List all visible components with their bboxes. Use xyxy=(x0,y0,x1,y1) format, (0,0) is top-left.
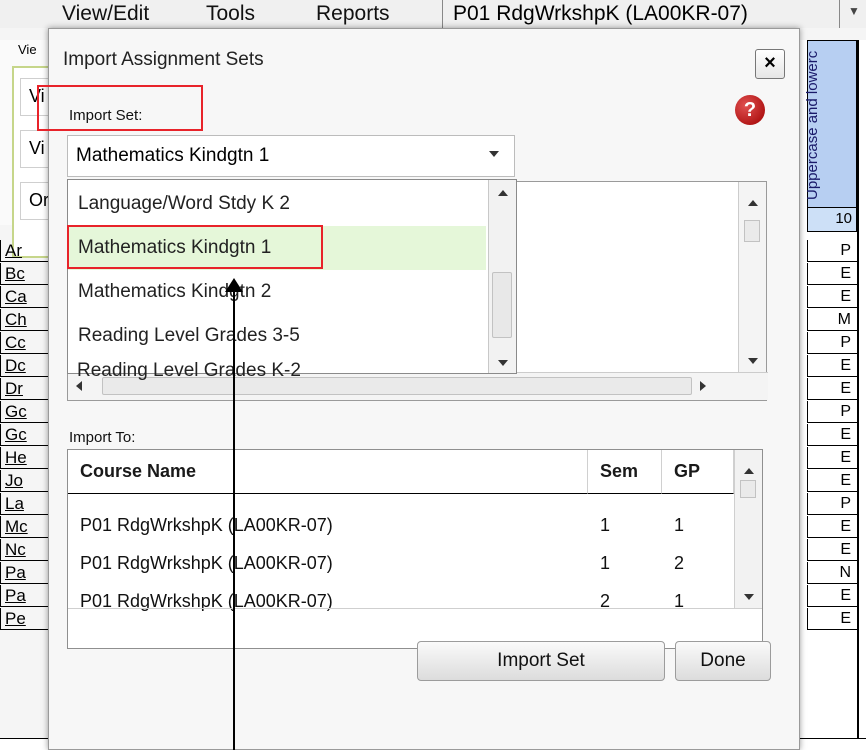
grade-cell[interactable]: E xyxy=(807,355,857,377)
menu-bar: View/Edit Tools Reports P01 RdgWrkshpK (… xyxy=(0,0,866,28)
chevron-down-icon[interactable] xyxy=(489,151,499,157)
table-cell-gp[interactable]: 1 xyxy=(662,582,684,620)
scroll-thumb[interactable] xyxy=(492,272,512,338)
vertical-scrollbar[interactable] xyxy=(738,182,766,372)
menu-view-edit[interactable]: View/Edit xyxy=(62,2,149,26)
scroll-up-icon[interactable] xyxy=(498,190,508,196)
grade-cell[interactable]: E xyxy=(807,470,857,492)
assignment-max-points: 10 xyxy=(807,208,857,232)
scroll-down-icon[interactable] xyxy=(498,360,508,366)
help-icon[interactable]: ? xyxy=(735,95,765,125)
scroll-thumb[interactable] xyxy=(744,220,760,242)
dropdown-scrollbar[interactable] xyxy=(488,180,516,373)
menu-reports[interactable]: Reports xyxy=(316,2,390,26)
assignment-header-text: Uppercase and lowerc xyxy=(804,50,821,200)
scroll-up-icon[interactable] xyxy=(748,200,758,206)
table-cell-sem[interactable]: 1 xyxy=(588,544,610,582)
grade-cell[interactable]: P xyxy=(807,240,857,262)
import-set-dropdown: Language/Word Stdy K 2 Mathematics Kindg… xyxy=(67,179,517,374)
grade-cell[interactable]: E xyxy=(807,539,857,561)
dropdown-option[interactable]: Language/Word Stdy K 2 xyxy=(68,182,486,226)
grade-cell[interactable]: P xyxy=(807,332,857,354)
scroll-thumb[interactable] xyxy=(740,480,756,498)
table-cell-sem[interactable]: 1 xyxy=(588,506,610,544)
import-assignment-sets-dialog: Import Assignment Sets × ? Import Set: M… xyxy=(37,28,800,750)
table-cell-gp[interactable]: 1 xyxy=(662,506,684,544)
chevron-down-icon[interactable]: ▼ xyxy=(848,4,860,18)
menu-tools[interactable]: Tools xyxy=(206,2,255,26)
grade-cell[interactable]: N xyxy=(807,562,857,584)
course-selector[interactable]: P01 RdgWrkshpK (LA00KR-07) xyxy=(442,0,840,28)
column-divider xyxy=(857,40,859,750)
done-button[interactable]: Done xyxy=(675,641,771,681)
scroll-up-icon[interactable] xyxy=(744,468,754,474)
dropdown-option[interactable]: Mathematics Kindgtn 2 xyxy=(68,270,486,314)
scroll-down-icon[interactable] xyxy=(744,594,754,600)
annotation-arrow-icon xyxy=(225,278,243,292)
import-to-table: Course Name Sem GP P01 RdgWrkshpK (LA00K… xyxy=(67,449,763,649)
vertical-scrollbar[interactable] xyxy=(734,450,762,608)
table-cell-course[interactable]: P01 RdgWrkshpK (LA00KR-07) xyxy=(68,582,333,620)
table-cell-gp[interactable]: 2 xyxy=(662,544,684,582)
grade-cell[interactable]: E xyxy=(807,263,857,285)
annotation-outline-selected xyxy=(67,225,323,269)
dropdown-option[interactable]: Reading Level Grades K-2 xyxy=(77,360,301,382)
grade-cell[interactable]: P xyxy=(807,493,857,515)
import-to-label: Import To: xyxy=(69,429,136,446)
view-label: Vie xyxy=(18,42,37,57)
table-cell-course[interactable]: P01 RdgWrkshpK (LA00KR-07) xyxy=(68,506,333,544)
grade-cell[interactable]: P xyxy=(807,401,857,423)
dialog-title: Import Assignment Sets xyxy=(63,49,264,70)
annotation-arrow-line xyxy=(233,288,235,750)
table-cell-sem[interactable]: 2 xyxy=(588,582,610,620)
import-set-button[interactable]: Import Set xyxy=(417,641,665,681)
grade-cell[interactable]: E xyxy=(807,378,857,400)
column-header-sem[interactable]: Sem xyxy=(588,450,662,494)
assignment-column: Uppercase and lowerc 10 P E E M P E E P … xyxy=(799,40,866,750)
grade-cell[interactable]: M xyxy=(807,309,857,331)
column-header-gp[interactable]: GP xyxy=(662,450,734,494)
annotation-outline xyxy=(37,85,203,131)
scroll-left-icon[interactable] xyxy=(76,381,82,391)
scroll-right-icon[interactable] xyxy=(700,381,706,391)
column-header-course-name[interactable]: Course Name xyxy=(68,450,588,494)
close-button[interactable]: × xyxy=(755,49,785,79)
grade-cell[interactable]: E xyxy=(807,447,857,469)
grade-cell[interactable]: E xyxy=(807,608,857,630)
scroll-down-icon[interactable] xyxy=(748,358,758,364)
table-divider xyxy=(68,608,762,609)
import-set-select[interactable]: Mathematics Kindgtn 1 xyxy=(67,135,515,177)
dropdown-option[interactable]: Reading Level Grades 3-5 xyxy=(68,314,486,358)
table-cell-course[interactable]: P01 RdgWrkshpK (LA00KR-07) xyxy=(68,544,333,582)
grade-cell[interactable]: E xyxy=(807,516,857,538)
grade-cell[interactable]: E xyxy=(807,585,857,607)
grade-cell[interactable]: E xyxy=(807,286,857,308)
grade-cell[interactable]: E xyxy=(807,424,857,446)
